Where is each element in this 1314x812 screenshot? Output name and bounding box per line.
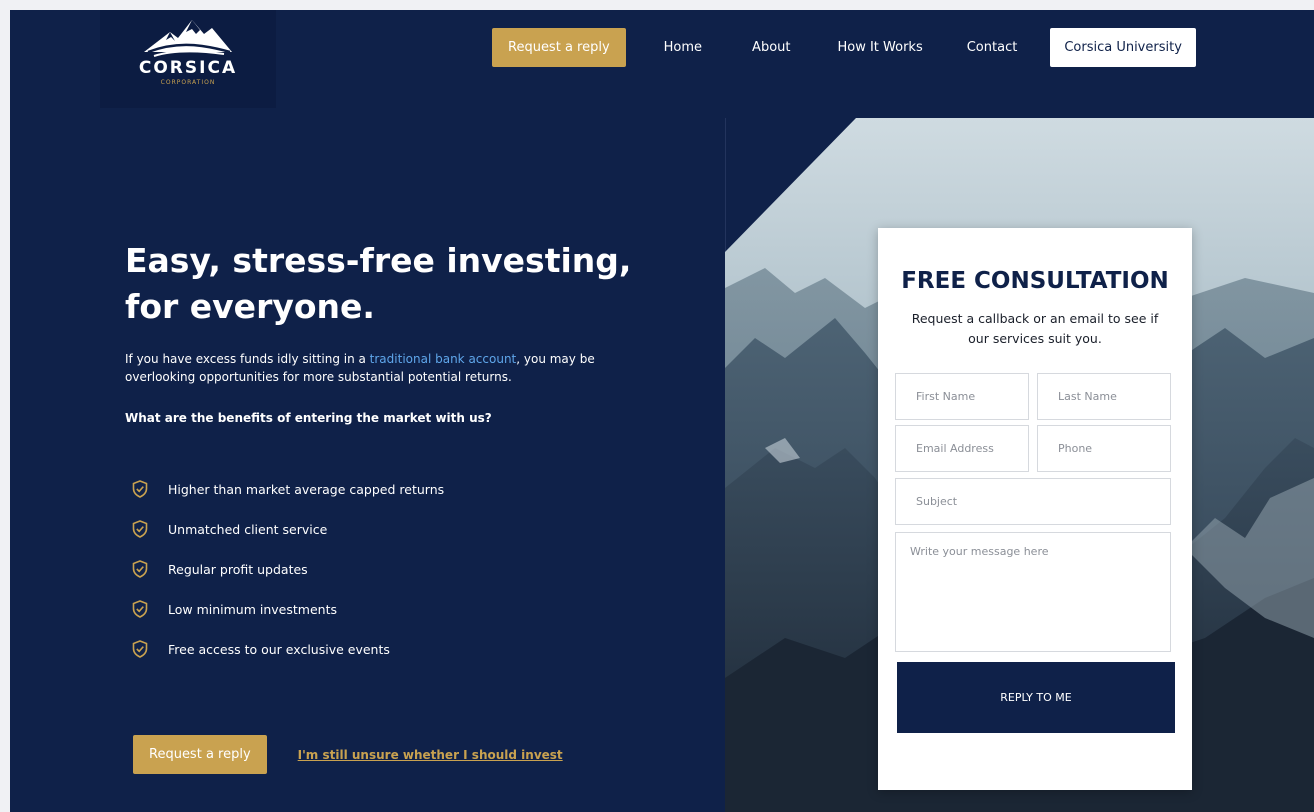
- nav-link-contact[interactable]: Contact: [967, 40, 1018, 55]
- brand-name: CORSICA: [138, 58, 238, 78]
- benefit-item: Higher than market average capped return…: [132, 469, 444, 509]
- form-subtitle: Request a callback or an email to see if…: [911, 311, 1159, 346]
- main-nav: Request a reply Home About How It Works …: [492, 28, 1196, 67]
- bank-account-link[interactable]: traditional bank account: [370, 352, 517, 366]
- subject-field[interactable]: [895, 478, 1171, 525]
- hero-cta-row: Request a reply I'm still unsure whether…: [133, 735, 563, 774]
- benefit-item: Regular profit updates: [132, 549, 444, 589]
- shield-check-icon: [132, 600, 148, 618]
- hero-title: Easy, stress-free investing, for everyon…: [125, 238, 685, 330]
- benefit-text: Higher than market average capped return…: [168, 481, 445, 497]
- intro-text-before: If you have excess funds idly sitting in…: [125, 352, 370, 366]
- last-name-field[interactable]: [1037, 373, 1171, 420]
- email-field[interactable]: [895, 425, 1029, 472]
- brand-subtitle: CORPORATION: [160, 79, 216, 86]
- benefits-list: Higher than market average capped return…: [132, 469, 444, 669]
- nav-request-reply-button[interactable]: Request a reply: [492, 28, 626, 67]
- nav-link-how-it-works[interactable]: How It Works: [837, 40, 922, 55]
- nav-link-home[interactable]: Home: [664, 40, 702, 55]
- brand-logo[interactable]: CORSICA CORPORATION: [100, 10, 276, 108]
- form-title: FREE CONSULTATION: [901, 268, 1169, 294]
- first-name-field[interactable]: [895, 373, 1029, 420]
- corsica-university-button[interactable]: Corsica University: [1050, 28, 1196, 67]
- benefit-text: Regular profit updates: [168, 561, 308, 577]
- benefit-text: Low minimum investments: [168, 601, 337, 617]
- shield-check-icon: [132, 480, 148, 498]
- benefit-item: Unmatched client service: [132, 509, 444, 549]
- nav-link-about[interactable]: About: [752, 40, 790, 55]
- benefit-text: Free access to our exclusive events: [168, 641, 390, 657]
- phone-field[interactable]: [1037, 425, 1171, 472]
- benefit-item: Low minimum investments: [132, 589, 444, 629]
- message-field[interactable]: [895, 532, 1171, 652]
- shield-check-icon: [132, 640, 148, 658]
- unsure-invest-link[interactable]: I'm still unsure whether I should invest: [298, 748, 563, 762]
- hero-title-line2: for everyone.: [125, 287, 375, 326]
- benefit-text: Unmatched client service: [168, 521, 328, 537]
- hero-intro: If you have excess funds idly sitting in…: [125, 350, 645, 386]
- benefits-question: What are the benefits of entering the ma…: [125, 411, 492, 425]
- hero-request-reply-button[interactable]: Request a reply: [133, 735, 267, 774]
- shield-check-icon: [132, 520, 148, 538]
- hero-title-line1: Easy, stress-free investing,: [125, 241, 632, 280]
- consultation-form-card: FREE CONSULTATION Request a callback or …: [878, 228, 1192, 790]
- benefit-item: Free access to our exclusive events: [132, 629, 444, 669]
- reply-to-me-button[interactable]: REPLY TO ME: [897, 662, 1175, 733]
- landing-page: CORSICA CORPORATION Request a reply Home…: [10, 10, 1314, 812]
- shield-check-icon: [132, 560, 148, 578]
- mountain-logo-icon: [144, 20, 232, 57]
